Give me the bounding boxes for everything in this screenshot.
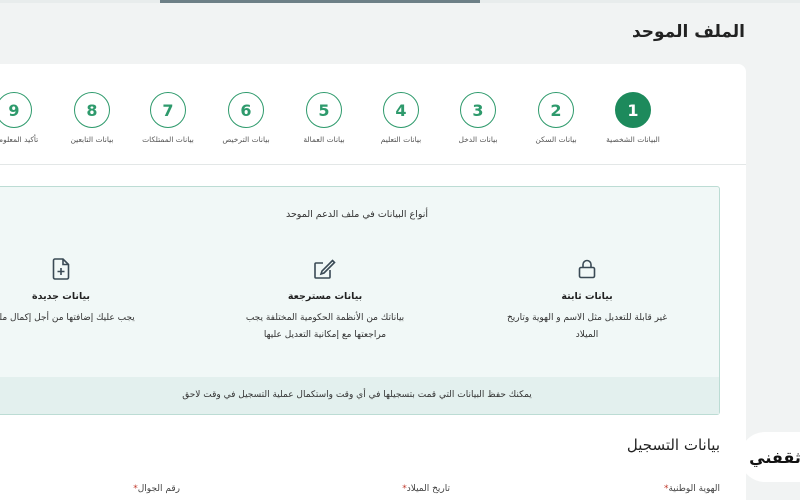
step-label: بيانات السكن: [535, 135, 577, 144]
registration-title: بيانات التسجيل: [626, 436, 720, 454]
step-label: بيانات الممتلكات: [142, 135, 194, 144]
type-desc: بياناتك من الأنظمة الحكومية المختلفة يجب…: [205, 310, 445, 344]
field-label-text: الهوية الوطنية: [668, 484, 720, 494]
type-desc-line: مراجعتها مع إمكانية التعديل عليها: [263, 330, 387, 340]
save-note: يمكنك حفظ البيانات التي قمت بتسجيلها في …: [0, 377, 719, 414]
step-number: 2: [538, 92, 574, 128]
add-file-icon: [0, 257, 181, 283]
step-labor[interactable]: 5 بيانات العمالة: [284, 92, 364, 144]
type-retrieved: بيانات مسترجعة بياناتك من الأنظمة الحكوم…: [205, 257, 445, 344]
step-license[interactable]: 6 بيانات الترخيص: [206, 92, 286, 144]
page-title: الملف الموحد: [631, 22, 745, 42]
step-income[interactable]: 3 بيانات الدخل: [438, 92, 518, 144]
mobile-number-label: رقم الجوال*: [133, 484, 180, 494]
step-number: 3: [460, 92, 496, 128]
type-desc: غير قابلة للتعديل مثل الاسم و الهوية وتا…: [467, 310, 707, 344]
step-number: 8: [74, 92, 110, 128]
type-name: بيانات ثابتة: [561, 291, 613, 302]
birth-date-label: تاريخ الميلاد*: [402, 484, 450, 494]
step-label: بيانات الترخيص: [222, 135, 270, 144]
step-number: 6: [228, 92, 264, 128]
step-personal[interactable]: 1 البيانات الشخصية: [593, 92, 673, 144]
field-label-text: رقم الجوال: [137, 484, 180, 494]
step-label: البيانات الشخصية: [606, 135, 660, 144]
step-property[interactable]: 7 بيانات الممتلكات: [128, 92, 208, 144]
field-label-text: تاريخ الميلاد: [406, 484, 450, 494]
step-education[interactable]: 4 بيانات التعليم: [361, 92, 441, 144]
type-desc-line: يجب عليك إضافتها من أجل إكمال ملفك: [0, 313, 135, 323]
step-number: 7: [150, 92, 186, 128]
step-dependents[interactable]: 8 بيانات التابعين: [52, 92, 132, 144]
type-desc-line: الميلاد: [575, 330, 599, 340]
step-confirm[interactable]: 9 تأكيد المعلومات: [0, 92, 54, 144]
top-progress-line: [0, 0, 800, 3]
type-name: بيانات مسترجعة: [287, 291, 363, 302]
step-label: بيانات الدخل: [458, 135, 498, 144]
step-label: بيانات العمالة: [303, 135, 345, 144]
step-label: تأكيد المعلومات: [0, 135, 39, 144]
lock-icon: [467, 257, 707, 283]
step-label: بيانات التابعين: [70, 135, 114, 144]
step-number: 4: [383, 92, 419, 128]
national-id-label: الهوية الوطنية*: [664, 484, 720, 494]
type-name: بيانات جديدة: [32, 291, 90, 302]
type-desc-line: بياناتك من الأنظمة الحكومية المختلفة يجب: [245, 313, 405, 323]
step-number: 1: [615, 92, 651, 128]
type-desc-line: غير قابلة للتعديل مثل الاسم و الهوية وتا…: [506, 313, 668, 323]
main-card: 1 البيانات الشخصية 2 بيانات السكن 3 بيان…: [0, 64, 746, 500]
stepper: 1 البيانات الشخصية 2 بيانات السكن 3 بيان…: [0, 64, 746, 164]
divider: [0, 164, 746, 165]
type-new: بيانات جديدة يجب عليك إضافتها من أجل إكم…: [0, 257, 181, 327]
step-number: 5: [306, 92, 342, 128]
type-desc: يجب عليك إضافتها من أجل إكمال ملفك: [0, 310, 181, 327]
watermark-logo: ثقفني: [740, 432, 800, 482]
step-number: 9: [0, 92, 32, 128]
step-housing[interactable]: 2 بيانات السكن: [516, 92, 596, 144]
type-fixed: بيانات ثابتة غير قابلة للتعديل مثل الاسم…: [467, 257, 707, 344]
step-label: بيانات التعليم: [380, 135, 422, 144]
edit-icon: [205, 257, 445, 283]
data-types-box: أنواع البيانات في ملف الدعم الموحد بيانا…: [0, 186, 720, 415]
data-types-title: أنواع البيانات في ملف الدعم الموحد: [285, 209, 429, 220]
